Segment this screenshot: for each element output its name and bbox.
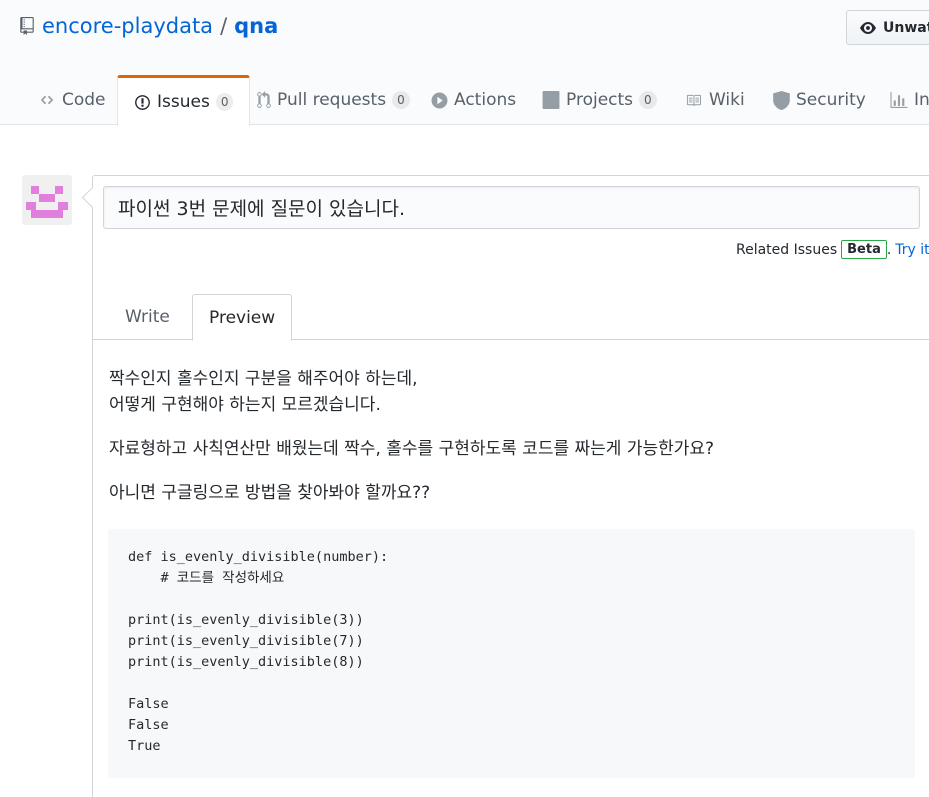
tab-code[interactable]: Code [38,75,106,125]
repo-header: encore-playdata / qna Unwatch Code Issue… [0,0,929,126]
repo-separator: / [220,14,228,38]
preview-paragraph: 아니면 구글링으로 방법을 찾아봐야 할까요?? [109,480,919,506]
tab-security-label: Security [796,90,866,110]
tab-write[interactable]: Write [109,294,186,340]
shield-icon [773,90,790,110]
repo-name-link[interactable]: qna [234,14,278,38]
tab-security[interactable]: Security [773,75,866,125]
issues-counter: 0 [215,93,234,111]
tab-insights-label: In [914,90,929,110]
git-pull-request-icon [257,91,271,108]
tab-actions[interactable]: Actions [431,75,516,125]
beta-badge: Beta [841,240,887,259]
try-it-link[interactable]: Try it. [895,242,929,258]
tab-pull-requests[interactable]: Pull requests 0 [257,75,410,125]
issue-title-input[interactable] [103,186,920,229]
avatar[interactable] [22,175,72,225]
tab-preview[interactable]: Preview [192,294,293,341]
preview-paragraph: 자료형하고 사칙연산만 배웠는데 짝수, 홀수를 구현하도록 코드를 짜는게 가… [109,436,919,462]
repo-icon [20,16,36,36]
tab-wiki[interactable]: Wiki [684,75,745,125]
repo-owner-link[interactable]: encore-playdata [42,14,213,38]
book-icon [686,94,701,106]
play-icon [431,92,448,108]
related-issues: Related Issues Beta . Try it. [736,240,929,259]
tab-projects[interactable]: Projects 0 [542,75,657,125]
related-issues-label: Related Issues [736,241,838,258]
code-block: def is_evenly_divisible(number): # 코드를 작… [108,529,915,778]
code-icon [40,95,54,105]
preview-line: 어떻게 구현해야 하는지 모르겠습니다. [109,395,381,415]
tab-projects-label: Projects [566,90,634,110]
preview-body: 짝수인지 홀수인지 구분을 해주어야 하는데, 어떻게 구현해야 하는지 모르겠… [109,366,919,524]
preview-line: 아니면 구글링으로 방법을 찾아봐야 할까요?? [109,483,431,503]
tab-code-label: Code [62,90,106,110]
unwatch-button[interactable]: Unwatch [846,10,929,45]
graph-icon [890,91,908,108]
eye-icon [860,21,876,34]
preview-line: 짝수인지 홀수인지 구분을 해주어야 하는데, [109,369,418,389]
preview-paragraph: 짝수인지 홀수인지 구분을 해주어야 하는데, 어떻게 구현해야 하는지 모르겠… [109,366,919,418]
editor-tabs: Write Preview [93,294,929,341]
repo-title: encore-playdata / qna [20,14,278,38]
unwatch-label: Unwatch [883,19,929,36]
tab-issues[interactable]: Issues 0 [117,75,251,126]
tab-actions-label: Actions [454,90,517,110]
related-period: . [886,241,892,258]
issue-opened-icon [135,94,150,110]
pull-requests-counter: 0 [392,91,410,109]
tab-wiki-label: Wiki [709,90,745,110]
tab-pull-requests-label: Pull requests [277,90,387,110]
tab-insights[interactable]: In [890,75,929,125]
repo-nav: Code Issues 0 Pull requests 0 Actions Pr… [0,75,929,126]
tab-issues-label: Issues [157,92,210,112]
projects-counter: 0 [639,91,657,109]
project-icon [542,91,560,109]
preview-line: 자료형하고 사칙연산만 배웠는데 짝수, 홀수를 구현하도록 코드를 짜는게 가… [109,439,715,459]
